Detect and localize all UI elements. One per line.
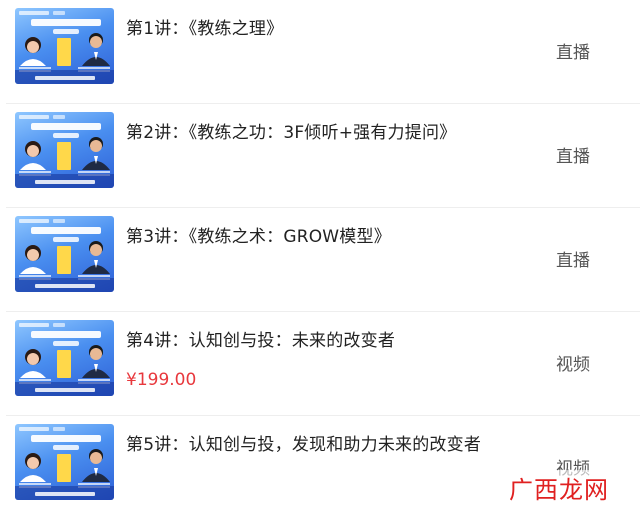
speaker-photo-male [82, 33, 110, 66]
watermark-logo: 广西龙网 [507, 470, 611, 505]
speaker-photo-female [20, 245, 46, 274]
lesson-type-label: 直播 [556, 43, 590, 63]
speaker-photo-female [20, 453, 46, 482]
course-list: 第1讲：《教练之理》 直播 第2讲：《教练之功：3F倾听+强有力提问》 直播 第… [0, 0, 640, 512]
lesson-thumbnail[interactable] [15, 8, 114, 84]
lesson-row-1[interactable]: 第1讲：《教练之理》 直播 [0, 0, 640, 104]
lesson-title[interactable]: 第3讲：《教练之术：GROW模型》 [126, 222, 391, 247]
lesson-row-4[interactable]: 第4讲：认知创与投：未来的改变者 ¥199.00 视频 [0, 312, 640, 416]
lesson-title[interactable]: 第1讲：《教练之理》 [126, 14, 283, 39]
speaker-photo-male [82, 449, 110, 482]
speaker-photo-male [82, 345, 110, 378]
lesson-row-3[interactable]: 第3讲：《教练之术：GROW模型》 直播 [0, 208, 640, 312]
lesson-thumbnail[interactable] [15, 424, 114, 500]
speaker-photo-female [20, 37, 46, 66]
lesson-title[interactable]: 第4讲：认知创与投：未来的改变者 [126, 326, 395, 351]
speaker-photo-male [82, 241, 110, 274]
lesson-type-label: 视频 [556, 355, 590, 375]
lesson-title[interactable]: 第5讲：认知创与投，发现和助力未来的改变者 [126, 430, 481, 455]
lesson-type-label: 直播 [556, 147, 590, 167]
speaker-photo-female [20, 349, 46, 378]
lesson-thumbnail[interactable] [15, 112, 114, 188]
lesson-thumbnail[interactable] [15, 216, 114, 292]
lesson-type-label: 直播 [556, 251, 590, 271]
speaker-photo-female [20, 141, 46, 170]
lesson-row-2[interactable]: 第2讲：《教练之功：3F倾听+强有力提问》 直播 [0, 104, 640, 208]
lesson-title[interactable]: 第2讲：《教练之功：3F倾听+强有力提问》 [126, 118, 456, 143]
lesson-price: ¥199.00 [126, 370, 197, 390]
lesson-thumbnail[interactable] [15, 320, 114, 396]
speaker-photo-male [82, 137, 110, 170]
